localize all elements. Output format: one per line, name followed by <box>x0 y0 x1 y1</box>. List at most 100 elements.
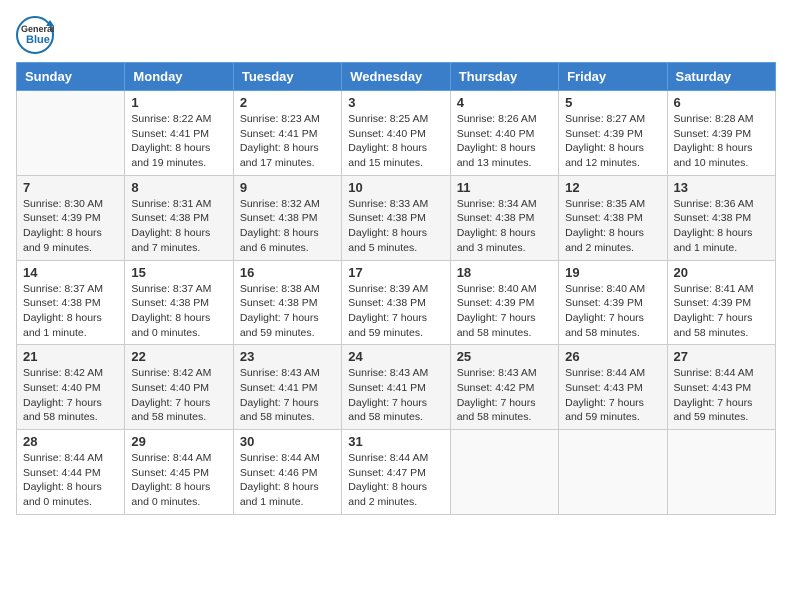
calendar-cell <box>667 430 775 515</box>
calendar-cell: 5 Sunrise: 8:27 AM Sunset: 4:39 PM Daylig… <box>559 91 667 176</box>
weekday-header-tuesday: Tuesday <box>233 63 341 91</box>
day-info: Sunrise: 8:22 AM Sunset: 4:41 PM Dayligh… <box>131 112 226 171</box>
day-number: 7 <box>23 180 118 195</box>
day-info: Sunrise: 8:37 AM Sunset: 4:38 PM Dayligh… <box>131 282 226 341</box>
day-info: Sunrise: 8:27 AM Sunset: 4:39 PM Dayligh… <box>565 112 660 171</box>
calendar-cell: 20 Sunrise: 8:41 AM Sunset: 4:39 PM Dayli… <box>667 260 775 345</box>
day-number: 14 <box>23 265 118 280</box>
day-number: 31 <box>348 434 443 449</box>
day-info: Sunrise: 8:32 AM Sunset: 4:38 PM Dayligh… <box>240 197 335 256</box>
day-number: 1 <box>131 95 226 110</box>
calendar-cell: 23 Sunrise: 8:43 AM Sunset: 4:41 PM Dayli… <box>233 345 341 430</box>
calendar-cell: 15 Sunrise: 8:37 AM Sunset: 4:38 PM Dayli… <box>125 260 233 345</box>
calendar-cell: 13Sunrise: 8:36 AM Sunset: 4:38 PM Dayli… <box>667 175 775 260</box>
day-info: Sunrise: 8:31 AM Sunset: 4:38 PM Dayligh… <box>131 197 226 256</box>
calendar-cell: 10Sunrise: 8:33 AM Sunset: 4:38 PM Dayli… <box>342 175 450 260</box>
day-number: 17 <box>348 265 443 280</box>
day-info: Sunrise: 8:43 AM Sunset: 4:41 PM Dayligh… <box>348 366 443 425</box>
day-number: 6 <box>674 95 769 110</box>
day-info: Sunrise: 8:40 AM Sunset: 4:39 PM Dayligh… <box>457 282 552 341</box>
day-info: Sunrise: 8:44 AM Sunset: 4:47 PM Dayligh… <box>348 451 443 510</box>
calendar-cell: 31 Sunrise: 8:44 AM Sunset: 4:47 PM Dayli… <box>342 430 450 515</box>
day-info: Sunrise: 8:38 AM Sunset: 4:38 PM Dayligh… <box>240 282 335 341</box>
day-info: Sunrise: 8:41 AM Sunset: 4:39 PM Dayligh… <box>674 282 769 341</box>
day-info: Sunrise: 8:26 AM Sunset: 4:40 PM Dayligh… <box>457 112 552 171</box>
day-number: 24 <box>348 349 443 364</box>
calendar-cell: 26 Sunrise: 8:44 AM Sunset: 4:43 PM Dayli… <box>559 345 667 430</box>
calendar-cell: 2 Sunrise: 8:23 AM Sunset: 4:41 PM Daylig… <box>233 91 341 176</box>
day-number: 18 <box>457 265 552 280</box>
day-info: Sunrise: 8:43 AM Sunset: 4:42 PM Dayligh… <box>457 366 552 425</box>
day-number: 12 <box>565 180 660 195</box>
day-info: Sunrise: 8:44 AM Sunset: 4:43 PM Dayligh… <box>565 366 660 425</box>
logo: General Blue <box>16 16 54 54</box>
calendar-cell: 16 Sunrise: 8:38 AM Sunset: 4:38 PM Dayli… <box>233 260 341 345</box>
day-info: Sunrise: 8:25 AM Sunset: 4:40 PM Dayligh… <box>348 112 443 171</box>
day-number: 13 <box>674 180 769 195</box>
svg-text:Blue: Blue <box>26 34 50 46</box>
calendar-week-row: 28 Sunrise: 8:44 AM Sunset: 4:44 PM Dayli… <box>17 430 776 515</box>
day-number: 19 <box>565 265 660 280</box>
day-number: 8 <box>131 180 226 195</box>
day-number: 26 <box>565 349 660 364</box>
day-number: 21 <box>23 349 118 364</box>
calendar-cell: 7 Sunrise: 8:30 AM Sunset: 4:39 PM Daylig… <box>17 175 125 260</box>
weekday-header-friday: Friday <box>559 63 667 91</box>
day-number: 2 <box>240 95 335 110</box>
day-number: 23 <box>240 349 335 364</box>
day-info: Sunrise: 8:44 AM Sunset: 4:44 PM Dayligh… <box>23 451 118 510</box>
day-number: 28 <box>23 434 118 449</box>
calendar-cell: 4 Sunrise: 8:26 AM Sunset: 4:40 PM Daylig… <box>450 91 558 176</box>
day-number: 30 <box>240 434 335 449</box>
weekday-header-thursday: Thursday <box>450 63 558 91</box>
calendar-cell: 3 Sunrise: 8:25 AM Sunset: 4:40 PM Daylig… <box>342 91 450 176</box>
calendar-cell: 30 Sunrise: 8:44 AM Sunset: 4:46 PM Dayli… <box>233 430 341 515</box>
day-info: Sunrise: 8:42 AM Sunset: 4:40 PM Dayligh… <box>131 366 226 425</box>
day-info: Sunrise: 8:44 AM Sunset: 4:46 PM Dayligh… <box>240 451 335 510</box>
calendar-cell: 8 Sunrise: 8:31 AM Sunset: 4:38 PM Daylig… <box>125 175 233 260</box>
day-info: Sunrise: 8:37 AM Sunset: 4:38 PM Dayligh… <box>23 282 118 341</box>
calendar-cell: 19 Sunrise: 8:40 AM Sunset: 4:39 PM Dayli… <box>559 260 667 345</box>
day-number: 5 <box>565 95 660 110</box>
calendar-table: SundayMondayTuesdayWednesdayThursdayFrid… <box>16 62 776 515</box>
day-number: 15 <box>131 265 226 280</box>
calendar-cell <box>17 91 125 176</box>
calendar-cell: 28 Sunrise: 8:44 AM Sunset: 4:44 PM Dayli… <box>17 430 125 515</box>
day-info: Sunrise: 8:23 AM Sunset: 4:41 PM Dayligh… <box>240 112 335 171</box>
day-number: 11 <box>457 180 552 195</box>
day-number: 10 <box>348 180 443 195</box>
weekday-header-saturday: Saturday <box>667 63 775 91</box>
calendar-week-row: 7 Sunrise: 8:30 AM Sunset: 4:39 PM Daylig… <box>17 175 776 260</box>
calendar-cell: 9 Sunrise: 8:32 AM Sunset: 4:38 PM Daylig… <box>233 175 341 260</box>
day-info: Sunrise: 8:44 AM Sunset: 4:45 PM Dayligh… <box>131 451 226 510</box>
day-info: Sunrise: 8:44 AM Sunset: 4:43 PM Dayligh… <box>674 366 769 425</box>
day-info: Sunrise: 8:28 AM Sunset: 4:39 PM Dayligh… <box>674 112 769 171</box>
calendar-cell: 14 Sunrise: 8:37 AM Sunset: 4:38 PM Dayli… <box>17 260 125 345</box>
calendar-cell: 11 Sunrise: 8:34 AM Sunset: 4:38 PM Dayli… <box>450 175 558 260</box>
day-info: Sunrise: 8:34 AM Sunset: 4:38 PM Dayligh… <box>457 197 552 256</box>
day-number: 27 <box>674 349 769 364</box>
page-header: General Blue <box>16 16 776 54</box>
calendar-cell: 27 Sunrise: 8:44 AM Sunset: 4:43 PM Dayli… <box>667 345 775 430</box>
calendar-cell: 22 Sunrise: 8:42 AM Sunset: 4:40 PM Dayli… <box>125 345 233 430</box>
calendar-cell: 29 Sunrise: 8:44 AM Sunset: 4:45 PM Dayli… <box>125 430 233 515</box>
weekday-header-sunday: Sunday <box>17 63 125 91</box>
day-info: Sunrise: 8:30 AM Sunset: 4:39 PM Dayligh… <box>23 197 118 256</box>
day-info: Sunrise: 8:43 AM Sunset: 4:41 PM Dayligh… <box>240 366 335 425</box>
day-number: 20 <box>674 265 769 280</box>
calendar-cell: 21Sunrise: 8:42 AM Sunset: 4:40 PM Dayli… <box>17 345 125 430</box>
day-number: 22 <box>131 349 226 364</box>
day-number: 3 <box>348 95 443 110</box>
day-info: Sunrise: 8:39 AM Sunset: 4:38 PM Dayligh… <box>348 282 443 341</box>
day-number: 4 <box>457 95 552 110</box>
calendar-cell <box>559 430 667 515</box>
calendar-cell: 1 Sunrise: 8:22 AM Sunset: 4:41 PM Daylig… <box>125 91 233 176</box>
calendar-cell <box>450 430 558 515</box>
day-number: 29 <box>131 434 226 449</box>
logo-icon: General Blue <box>16 16 54 54</box>
day-number: 9 <box>240 180 335 195</box>
calendar-week-row: 1 Sunrise: 8:22 AM Sunset: 4:41 PM Daylig… <box>17 91 776 176</box>
day-number: 16 <box>240 265 335 280</box>
day-info: Sunrise: 8:40 AM Sunset: 4:39 PM Dayligh… <box>565 282 660 341</box>
calendar-cell: 17 Sunrise: 8:39 AM Sunset: 4:38 PM Dayli… <box>342 260 450 345</box>
